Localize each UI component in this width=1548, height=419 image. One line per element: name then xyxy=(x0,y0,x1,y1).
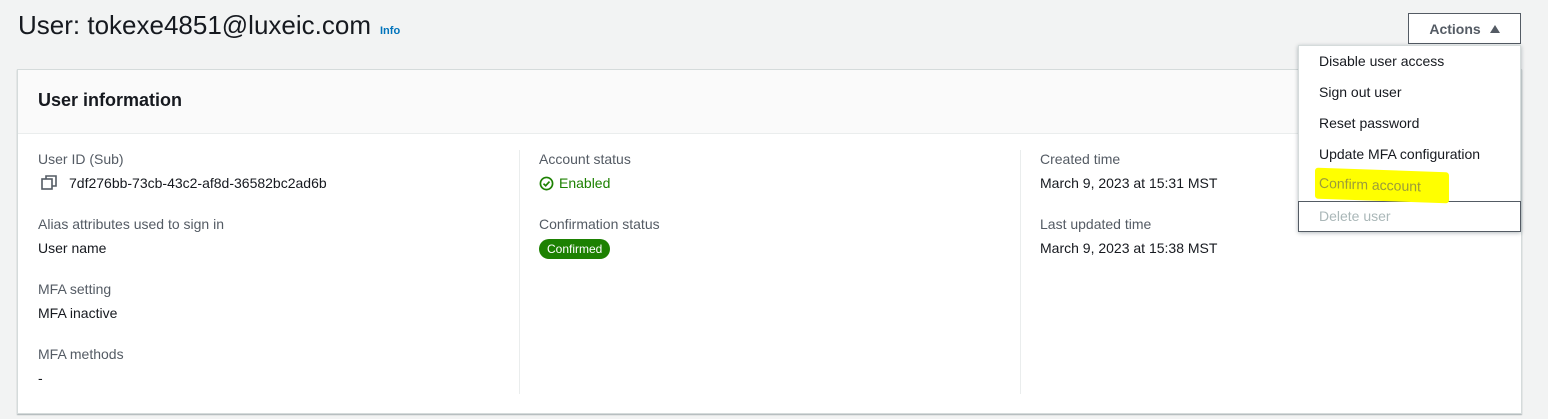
status-badge: Confirmed xyxy=(539,239,611,259)
account-status-value: Enabled xyxy=(559,175,611,191)
actions-button[interactable]: Actions xyxy=(1408,13,1521,44)
field-user-id: User ID (Sub) 7df276bb-73cb-43c2-af8d-36… xyxy=(38,150,519,192)
check-circle-icon xyxy=(539,176,554,190)
user-id-value: 7df276bb-73cb-43c2-af8d-36582bc2ad6b xyxy=(69,175,327,191)
field-label: Alias attributes used to sign in xyxy=(38,216,224,232)
field-value: Confirmed xyxy=(539,239,1020,259)
field-value: Enabled xyxy=(539,174,1020,192)
field-mfa-methods: MFA methods - xyxy=(38,345,519,387)
field-account-status: Account status Enabled xyxy=(539,150,1020,192)
field-label: MFA setting xyxy=(38,281,112,297)
field-label: Confirmation status xyxy=(539,216,660,232)
field-value: User name xyxy=(38,240,107,256)
user-info-column-1: User ID (Sub) 7df276bb-73cb-43c2-af8d-36… xyxy=(18,150,519,394)
menu-item-delete-user: Delete user xyxy=(1298,201,1521,232)
copy-icon[interactable] xyxy=(41,175,59,191)
info-link[interactable]: Info xyxy=(380,25,400,37)
field-label: MFA methods xyxy=(38,346,124,362)
field-label: User ID (Sub) xyxy=(38,151,124,167)
page-title: User: tokexe4851@luxeic.com xyxy=(18,10,371,40)
field-value: March 9, 2023 at 15:38 MST xyxy=(1040,240,1218,256)
panel-title: User information xyxy=(38,90,183,110)
field-value: MFA inactive xyxy=(38,305,118,321)
user-information-panel: User information User ID (Sub) 7df276bb-… xyxy=(17,69,1522,414)
actions-button-label: Actions xyxy=(1429,20,1481,37)
field-value: 7df276bb-73cb-43c2-af8d-36582bc2ad6b xyxy=(38,174,519,192)
caret-up-icon xyxy=(1489,24,1500,33)
field-alias-attributes: Alias attributes used to sign in User na… xyxy=(38,215,519,257)
page-header: User: tokexe4851@luxeic.com Info xyxy=(18,10,400,41)
field-mfa-setting: MFA setting MFA inactive xyxy=(38,280,519,322)
menu-item-update-mfa-configuration[interactable]: Update MFA configuration xyxy=(1299,139,1520,170)
actions-dropdown-menu: Disable user access Sign out user Reset … xyxy=(1298,45,1521,232)
menu-item-sign-out-user[interactable]: Sign out user xyxy=(1299,77,1520,108)
menu-item-reset-password[interactable]: Reset password xyxy=(1299,108,1520,139)
panel-header: User information xyxy=(18,70,1521,134)
menu-item-disable-user-access[interactable]: Disable user access xyxy=(1299,46,1520,77)
field-label: Account status xyxy=(539,151,631,167)
user-info-columns: User ID (Sub) 7df276bb-73cb-43c2-af8d-36… xyxy=(18,150,1521,394)
field-value: - xyxy=(38,370,43,386)
menu-item-confirm-account[interactable]: Confirm account xyxy=(1315,167,1449,204)
field-confirmation-status: Confirmation status Confirmed xyxy=(539,215,1020,259)
user-info-column-2: Account status Enabled Confirmation stat… xyxy=(519,150,1020,394)
